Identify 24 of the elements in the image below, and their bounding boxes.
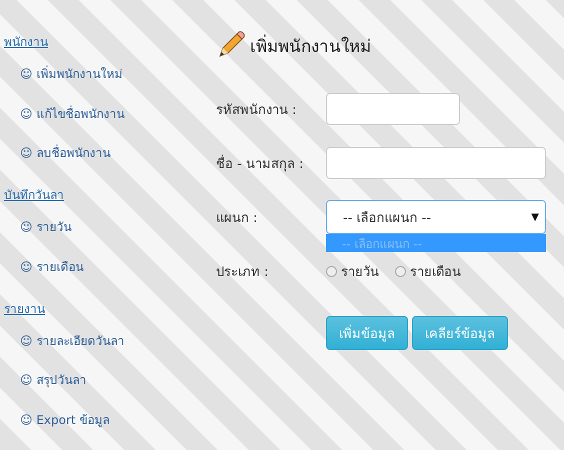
input-field[interactable] [326,147,546,179]
field-label: ประเภท : [216,264,270,282]
radio-button[interactable] [326,266,337,276]
menu-link[interactable]: ☺ Export ข้อมูล [0,410,110,450]
field-label: รหัสพนักงาน : [216,102,298,120]
radio-button[interactable] [395,266,406,276]
section-link[interactable]: รายงาน [0,298,45,321]
menu-link[interactable]: ☺ ลบชื่อพนักงาน [0,143,110,184]
section-link[interactable]: บันทึกวันลา [0,185,64,208]
radio-label: รายวัน [341,264,379,282]
department-dropdown[interactable]: -- เลือกแผนก -- ▼ [326,200,546,234]
field-label: แผนก : [216,210,259,228]
menu-link[interactable]: ☺ รายวัน [0,217,72,257]
menu-link[interactable]: ☺ เพิ่มพนักงานใหม่ [0,64,122,104]
menu-link[interactable]: ☺ สรุปวันลา [0,370,86,410]
field-label: ชื่อ - นามสกุล : [216,154,304,174]
menu-link[interactable]: ☺ รายละเอียดวันลา [0,330,124,370]
input-field[interactable] [326,93,460,125]
menu-link[interactable]: ☺ รายเดือน [0,256,84,297]
form-title: เพิ่มพนักงานใหม่ [250,34,371,58]
radio-label: รายเดือน [410,264,461,282]
menu-link[interactable]: ☺ แก้ไขชื่อพนักงาน [0,104,124,144]
pencil-icon [216,30,246,60]
section-link[interactable]: พนักงาน [0,32,48,54]
